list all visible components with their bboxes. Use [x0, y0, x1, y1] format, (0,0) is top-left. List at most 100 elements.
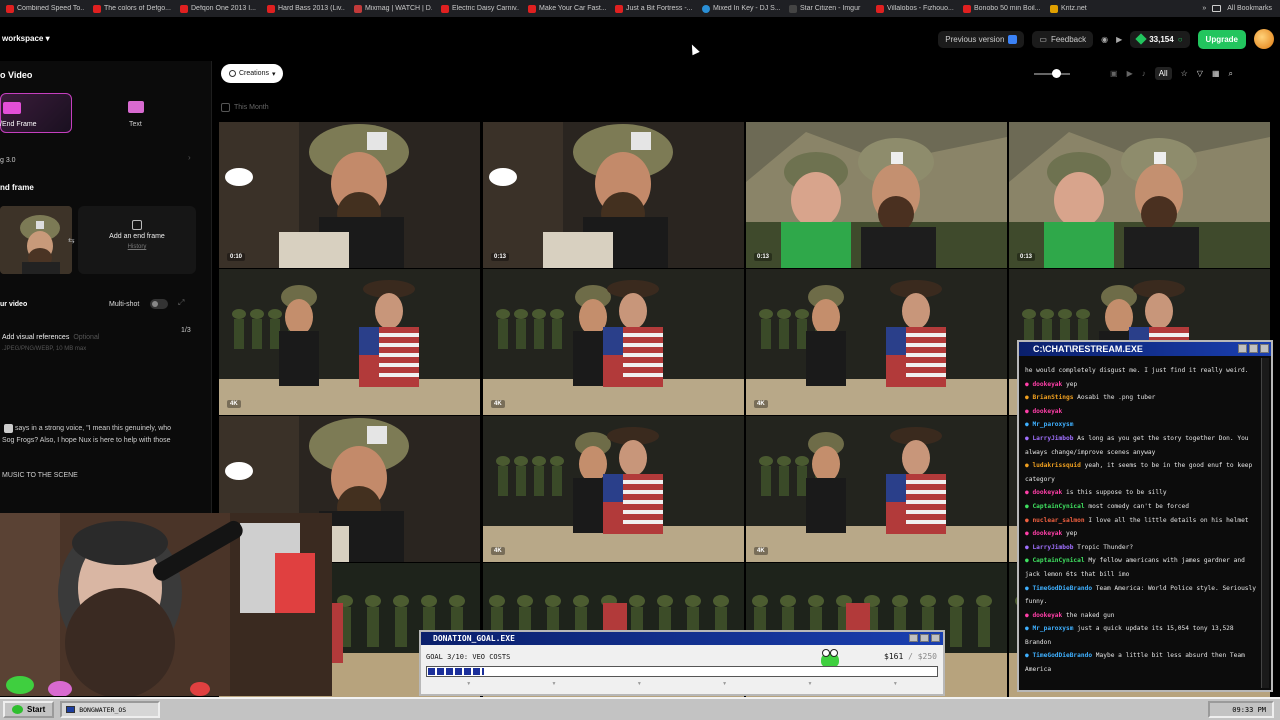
creation-tile[interactable]: 0:13 — [483, 122, 744, 268]
creation-tile[interactable]: 0:13 — [1009, 122, 1270, 268]
bookmark-item[interactable]: Defqon One 2013 I... — [180, 4, 258, 13]
history-link[interactable]: History — [78, 244, 196, 250]
chat-username[interactable]: ludakrissquid — [1032, 462, 1080, 469]
feedback-label: Feedback — [1050, 34, 1087, 44]
youtube-icon — [93, 4, 101, 13]
bookmark-item[interactable]: Bonobo 50 min Boil... — [963, 4, 1041, 13]
creation-tile[interactable]: 0:13 — [746, 122, 1007, 268]
maximize-icon[interactable] — [1249, 344, 1258, 353]
video-filter-icon[interactable]: ▶ — [1127, 69, 1133, 78]
mode-text-label[interactable]: Text — [129, 121, 142, 128]
this-month-group[interactable]: This Month — [221, 103, 269, 112]
chat-username[interactable]: TimeGodDieBrando — [1032, 652, 1092, 659]
taskbar-item[interactable]: BONGWATER_OS — [60, 701, 161, 718]
chat-message: ● CaptainCynical My fellow americans wit… — [1025, 554, 1257, 581]
chat-text: yep — [1066, 380, 1078, 388]
bookmark-item[interactable]: Electric Daisy Carniv... — [441, 4, 519, 13]
swap-icon[interactable]: ⇆ — [68, 236, 75, 245]
chat-window[interactable]: C:\CHAT\RESTREAM.EXE he would completely… — [1017, 340, 1273, 692]
chat-username[interactable]: LarryJimbob — [1032, 435, 1073, 442]
youtube-icon[interactable]: ▶ — [1116, 35, 1122, 44]
creation-tile[interactable]: 4K — [746, 269, 1007, 415]
filter-all-button[interactable]: All — [1154, 67, 1172, 80]
bookmark-item[interactable]: Make Your Car Fast... — [528, 4, 606, 13]
creation-tile[interactable]: 4K — [219, 269, 480, 415]
model-select[interactable]: g 3.0 — [0, 157, 16, 164]
start-frame-thumbnail[interactable] — [0, 206, 72, 274]
previous-version-button[interactable]: Previous version — [938, 30, 1025, 48]
minimize-icon[interactable] — [1238, 344, 1247, 353]
chat-message: ● ludakrissquid yeah, it seems to be in … — [1025, 459, 1257, 486]
start-button[interactable]: Start — [3, 701, 55, 718]
chat-username[interactable]: dookeyak — [1032, 408, 1062, 415]
chat-username[interactable]: CaptainCynical — [1032, 557, 1084, 564]
add-visual-references[interactable]: Add visual references Optional — [2, 334, 99, 341]
bookmarks-overflow-button[interactable]: » — [1202, 5, 1206, 12]
multishot-toggle[interactable] — [150, 299, 168, 309]
funnel-icon[interactable]: ▽ — [1197, 69, 1203, 78]
creation-tile[interactable]: 4K — [483, 416, 744, 562]
chat-username[interactable]: dookeyak — [1032, 612, 1062, 619]
credits-badge[interactable]: 33,154 ○ — [1130, 30, 1190, 48]
bookmark-item[interactable]: Just a Bit Fortress -... — [615, 4, 693, 13]
chat-username[interactable]: dookeyak — [1032, 381, 1062, 388]
bookmark-item[interactable]: Hard Bass 2013 (Liv... — [267, 4, 345, 13]
creation-tile[interactable]: 0:10 — [219, 122, 480, 268]
creation-tile[interactable]: 4K — [483, 269, 744, 415]
chat-username[interactable]: LarryJimbob — [1032, 544, 1073, 551]
star-icon[interactable]: ☆ — [1181, 69, 1188, 78]
chat-username[interactable]: dookeyak — [1032, 530, 1062, 537]
chat-username[interactable]: Mr_paroxysm — [1032, 421, 1073, 428]
chat-username[interactable]: nuclear_salmon — [1032, 517, 1084, 524]
all-bookmarks-link[interactable]: All Bookmarks — [1227, 5, 1272, 12]
expand-icon[interactable]: ⤢ — [178, 298, 184, 308]
minimize-icon[interactable] — [909, 634, 918, 642]
prompt-text[interactable]: says in a strong voice, "I mean this gen… — [2, 423, 198, 447]
bookmark-label: Defqon One 2013 I... — [191, 5, 256, 12]
bookmark-label: Kritz.net — [1061, 5, 1087, 12]
donation-goal-label: GOAL 3/10: VEO COSTS — [426, 653, 511, 661]
bookmark-item[interactable]: Mixed In Key - DJ S... — [702, 4, 780, 13]
section-video: ur video — [0, 301, 28, 308]
bookmark-item[interactable]: Combined Speed To... — [6, 4, 84, 13]
chevron-right-icon[interactable]: › — [188, 153, 191, 162]
audio-filter-icon[interactable]: ♪ — [1142, 69, 1146, 78]
close-icon[interactable] — [1260, 344, 1269, 353]
bookmark-item[interactable]: Kritz.net — [1050, 4, 1128, 13]
image-filter-icon[interactable]: ▣ — [1110, 69, 1118, 78]
grid-icon[interactable]: ▦ — [1212, 69, 1220, 78]
chat-message: ● dookeyak the naked gun — [1025, 609, 1257, 623]
discord-icon[interactable]: ◉ — [1101, 35, 1108, 44]
zoom-slider[interactable] — [1034, 69, 1070, 78]
bookmark-item[interactable]: Mixmag | WATCH | D... — [354, 4, 432, 13]
tile-badge: 0:13 — [491, 253, 510, 261]
search-icon[interactable]: ⌕ — [1229, 69, 1233, 79]
creation-tile[interactable]: 4K — [746, 416, 1007, 562]
workspace-switcher[interactable]: workspace ▾ — [2, 34, 50, 43]
chat-username[interactable]: BrianStings — [1032, 394, 1073, 401]
chat-message: ● dookeyak yep — [1025, 527, 1257, 541]
text-mode-icon[interactable] — [128, 101, 144, 113]
chat-username[interactable]: CaptainCynical — [1032, 503, 1084, 510]
youtube-icon — [615, 4, 623, 13]
maximize-icon[interactable] — [920, 634, 929, 642]
tile-badge: 4K — [227, 400, 241, 408]
chat-scrollbar[interactable] — [1261, 358, 1269, 688]
add-end-frame-button[interactable]: Add an end frame History — [78, 206, 196, 274]
upgrade-button[interactable]: Upgrade — [1197, 29, 1246, 49]
start-frame-image — [0, 206, 72, 274]
bookmark-item[interactable]: The colors of Defgo... — [93, 4, 171, 13]
select-month-checkbox[interactable] — [221, 103, 230, 112]
avatar[interactable] — [1254, 29, 1274, 49]
chat-username[interactable]: Mr_paroxysm — [1032, 625, 1073, 632]
bookmark-item[interactable]: Star Citizen - Imgur — [789, 4, 867, 13]
close-icon[interactable] — [931, 634, 940, 642]
feedback-button[interactable]: ▭ Feedback — [1032, 30, 1094, 48]
chat-titlebar[interactable]: C:\CHAT\RESTREAM.EXE — [1019, 342, 1271, 356]
chat-username[interactable]: dookeyak — [1032, 489, 1062, 496]
chat-username[interactable]: TimeGodDieBrando — [1032, 585, 1092, 592]
bookmark-item[interactable]: Villalobos - Fizhouo... — [876, 4, 954, 13]
donation-window-controls — [909, 634, 940, 642]
creations-dropdown[interactable]: Creations ▾ — [221, 64, 284, 83]
zoom-slider-knob[interactable] — [1052, 69, 1061, 78]
